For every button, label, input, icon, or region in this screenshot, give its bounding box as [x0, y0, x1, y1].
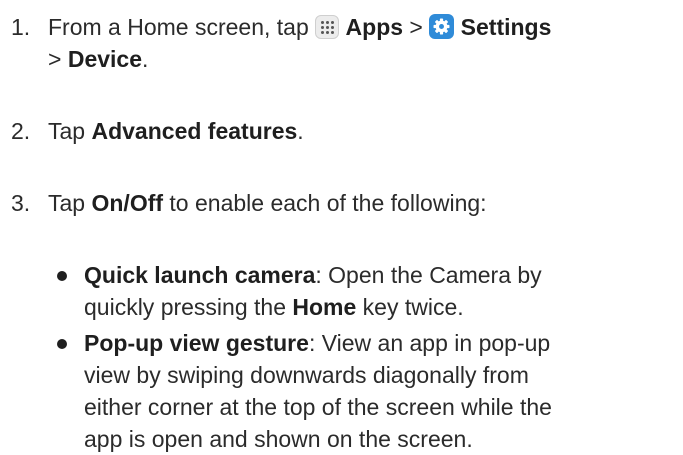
- period: .: [142, 46, 149, 72]
- step-text: From a Home screen, tap: [48, 14, 316, 40]
- bullet-line: quickly pressing the: [84, 294, 293, 320]
- step-2-text: Tap Advanced features.: [48, 115, 677, 147]
- step-number: 3.: [11, 190, 31, 216]
- home-key-label: Home: [292, 294, 357, 320]
- instructions-document: 1. From a Home screen, tap Apps > Settin…: [0, 0, 683, 452]
- bullet-dot: [57, 339, 67, 349]
- bullet-title: Quick launch camera: [84, 262, 316, 288]
- period: .: [297, 118, 304, 144]
- bullet-line: either corner at the top of the screen w…: [84, 394, 552, 420]
- step-text: to enable each of the following:: [163, 190, 487, 216]
- bullet-dot: [57, 271, 67, 281]
- bullet-line: key twice.: [356, 294, 464, 320]
- step-text: Tap: [48, 190, 92, 216]
- settings-label: Settings: [460, 14, 552, 40]
- bullet-title: Pop-up view gesture: [84, 330, 309, 356]
- separator: >: [403, 14, 430, 40]
- step-1-text: From a Home screen, tap Apps > Settings >…: [48, 11, 677, 75]
- on-off-label: On/Off: [91, 190, 164, 216]
- bullet-text: Quick launch camera: Open the Camera by q…: [84, 259, 675, 323]
- bullet-text: Pop-up view gesture: View an app in pop-…: [84, 327, 675, 455]
- device-label: Device: [67, 46, 142, 72]
- step-number: 1.: [11, 14, 31, 40]
- step-number: 2.: [11, 118, 31, 144]
- bullet-line: : View an app in pop-up: [308, 330, 551, 356]
- bullet-line: app is open and shown on the screen.: [84, 426, 473, 452]
- apps-label: Apps: [345, 14, 404, 40]
- bullet-line: : Open the Camera by: [315, 262, 542, 288]
- apps-grid-icon: [315, 15, 340, 39]
- advanced-features-label: Advanced features: [91, 118, 298, 144]
- step-3-text: Tap On/Off to enable each of the followi…: [48, 187, 677, 219]
- bullet-line: view by swiping downwards diagonally fro…: [84, 362, 529, 388]
- step-text: Tap: [48, 118, 92, 144]
- settings-gear-icon: [429, 14, 455, 39]
- separator: >: [48, 46, 68, 72]
